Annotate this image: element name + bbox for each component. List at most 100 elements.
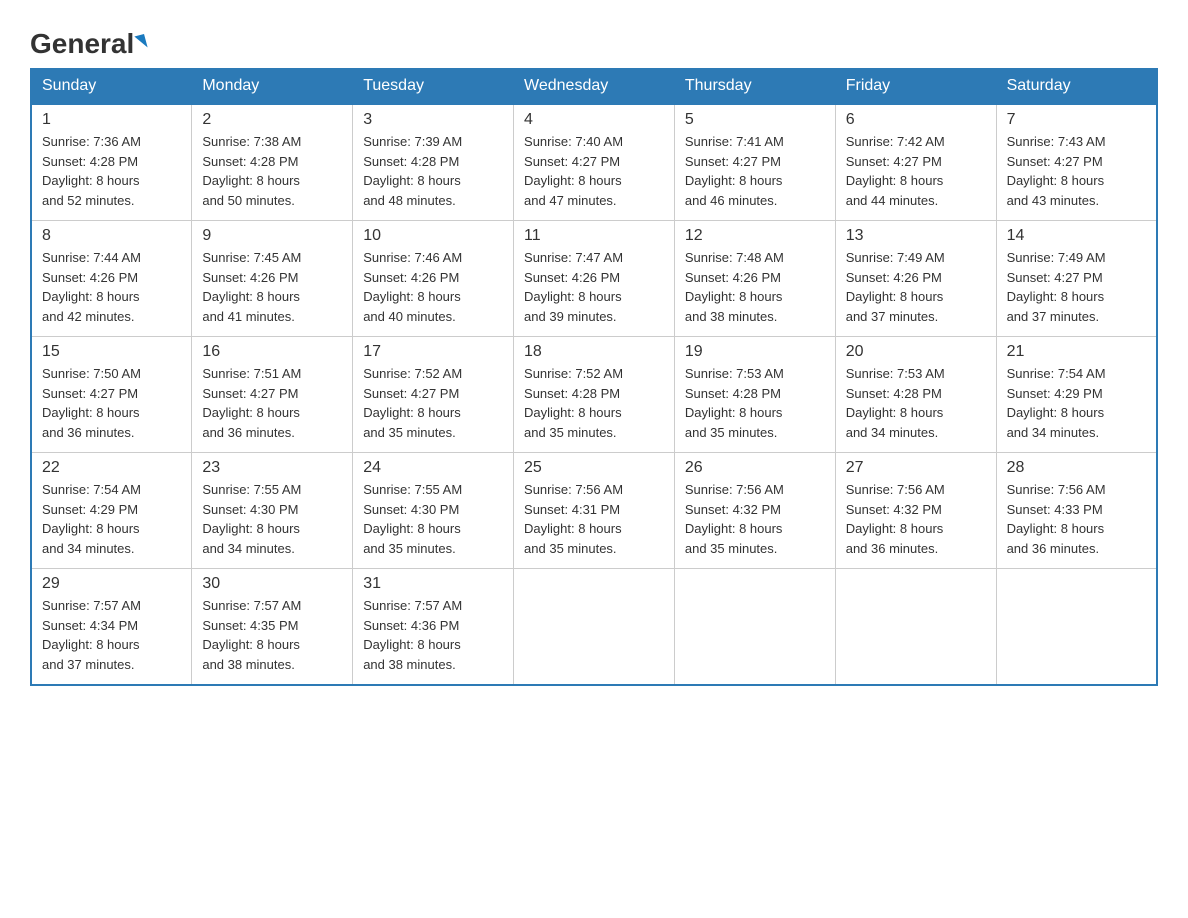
calendar-day-cell: 5 Sunrise: 7:41 AMSunset: 4:27 PMDayligh…	[674, 104, 835, 221]
day-info: Sunrise: 7:56 AMSunset: 4:32 PMDaylight:…	[846, 482, 945, 556]
day-info: Sunrise: 7:42 AMSunset: 4:27 PMDaylight:…	[846, 134, 945, 208]
day-of-week-header: Sunday	[31, 69, 192, 105]
day-number: 2	[202, 111, 342, 129]
day-number: 3	[363, 111, 503, 129]
calendar-day-cell: 6 Sunrise: 7:42 AMSunset: 4:27 PMDayligh…	[835, 104, 996, 221]
day-number: 30	[202, 575, 342, 593]
day-info: Sunrise: 7:43 AMSunset: 4:27 PMDaylight:…	[1007, 134, 1106, 208]
day-number: 25	[524, 459, 664, 477]
day-info: Sunrise: 7:40 AMSunset: 4:27 PMDaylight:…	[524, 134, 623, 208]
calendar-day-cell: 2 Sunrise: 7:38 AMSunset: 4:28 PMDayligh…	[192, 104, 353, 221]
calendar-week-row: 15 Sunrise: 7:50 AMSunset: 4:27 PMDaylig…	[31, 337, 1157, 453]
day-number: 24	[363, 459, 503, 477]
day-of-week-header: Saturday	[996, 69, 1157, 105]
day-number: 19	[685, 343, 825, 361]
day-number: 18	[524, 343, 664, 361]
calendar-day-cell: 16 Sunrise: 7:51 AMSunset: 4:27 PMDaylig…	[192, 337, 353, 453]
day-info: Sunrise: 7:57 AMSunset: 4:34 PMDaylight:…	[42, 598, 141, 672]
day-number: 11	[524, 227, 664, 245]
day-number: 16	[202, 343, 342, 361]
day-number: 17	[363, 343, 503, 361]
calendar-day-cell: 3 Sunrise: 7:39 AMSunset: 4:28 PMDayligh…	[353, 104, 514, 221]
calendar-week-row: 8 Sunrise: 7:44 AMSunset: 4:26 PMDayligh…	[31, 221, 1157, 337]
calendar-day-cell: 9 Sunrise: 7:45 AMSunset: 4:26 PMDayligh…	[192, 221, 353, 337]
day-info: Sunrise: 7:53 AMSunset: 4:28 PMDaylight:…	[846, 366, 945, 440]
calendar-day-cell: 11 Sunrise: 7:47 AMSunset: 4:26 PMDaylig…	[514, 221, 675, 337]
day-info: Sunrise: 7:56 AMSunset: 4:32 PMDaylight:…	[685, 482, 784, 556]
day-info: Sunrise: 7:57 AMSunset: 4:35 PMDaylight:…	[202, 598, 301, 672]
day-number: 9	[202, 227, 342, 245]
day-number: 23	[202, 459, 342, 477]
day-info: Sunrise: 7:38 AMSunset: 4:28 PMDaylight:…	[202, 134, 301, 208]
calendar-day-cell: 19 Sunrise: 7:53 AMSunset: 4:28 PMDaylig…	[674, 337, 835, 453]
day-number: 20	[846, 343, 986, 361]
day-number: 21	[1007, 343, 1146, 361]
day-number: 10	[363, 227, 503, 245]
calendar-week-row: 29 Sunrise: 7:57 AMSunset: 4:34 PMDaylig…	[31, 569, 1157, 686]
calendar-day-cell	[674, 569, 835, 686]
day-info: Sunrise: 7:49 AMSunset: 4:27 PMDaylight:…	[1007, 250, 1106, 324]
day-number: 1	[42, 111, 181, 129]
day-number: 13	[846, 227, 986, 245]
calendar-day-cell: 25 Sunrise: 7:56 AMSunset: 4:31 PMDaylig…	[514, 453, 675, 569]
day-number: 26	[685, 459, 825, 477]
day-number: 5	[685, 111, 825, 129]
day-info: Sunrise: 7:39 AMSunset: 4:28 PMDaylight:…	[363, 134, 462, 208]
logo-general-text: General	[30, 30, 146, 58]
day-number: 8	[42, 227, 181, 245]
calendar-day-cell: 21 Sunrise: 7:54 AMSunset: 4:29 PMDaylig…	[996, 337, 1157, 453]
calendar-day-cell: 15 Sunrise: 7:50 AMSunset: 4:27 PMDaylig…	[31, 337, 192, 453]
day-info: Sunrise: 7:51 AMSunset: 4:27 PMDaylight:…	[202, 366, 301, 440]
day-info: Sunrise: 7:52 AMSunset: 4:27 PMDaylight:…	[363, 366, 462, 440]
calendar-day-cell: 13 Sunrise: 7:49 AMSunset: 4:26 PMDaylig…	[835, 221, 996, 337]
day-info: Sunrise: 7:44 AMSunset: 4:26 PMDaylight:…	[42, 250, 141, 324]
day-of-week-header: Thursday	[674, 69, 835, 105]
day-number: 28	[1007, 459, 1146, 477]
day-info: Sunrise: 7:54 AMSunset: 4:29 PMDaylight:…	[1007, 366, 1106, 440]
calendar-day-cell: 28 Sunrise: 7:56 AMSunset: 4:33 PMDaylig…	[996, 453, 1157, 569]
day-number: 7	[1007, 111, 1146, 129]
calendar-day-cell: 27 Sunrise: 7:56 AMSunset: 4:32 PMDaylig…	[835, 453, 996, 569]
calendar-day-cell: 31 Sunrise: 7:57 AMSunset: 4:36 PMDaylig…	[353, 569, 514, 686]
calendar-day-cell: 17 Sunrise: 7:52 AMSunset: 4:27 PMDaylig…	[353, 337, 514, 453]
calendar-week-row: 22 Sunrise: 7:54 AMSunset: 4:29 PMDaylig…	[31, 453, 1157, 569]
day-of-week-header: Wednesday	[514, 69, 675, 105]
day-number: 22	[42, 459, 181, 477]
day-info: Sunrise: 7:48 AMSunset: 4:26 PMDaylight:…	[685, 250, 784, 324]
day-of-week-header: Friday	[835, 69, 996, 105]
calendar-table: SundayMondayTuesdayWednesdayThursdayFrid…	[30, 68, 1158, 686]
calendar-day-cell	[514, 569, 675, 686]
calendar-day-cell: 29 Sunrise: 7:57 AMSunset: 4:34 PMDaylig…	[31, 569, 192, 686]
calendar-day-cell: 24 Sunrise: 7:55 AMSunset: 4:30 PMDaylig…	[353, 453, 514, 569]
day-info: Sunrise: 7:56 AMSunset: 4:31 PMDaylight:…	[524, 482, 623, 556]
logo: General	[30, 30, 146, 58]
day-number: 14	[1007, 227, 1146, 245]
day-info: Sunrise: 7:45 AMSunset: 4:26 PMDaylight:…	[202, 250, 301, 324]
calendar-day-cell: 20 Sunrise: 7:53 AMSunset: 4:28 PMDaylig…	[835, 337, 996, 453]
day-info: Sunrise: 7:55 AMSunset: 4:30 PMDaylight:…	[202, 482, 301, 556]
calendar-week-row: 1 Sunrise: 7:36 AMSunset: 4:28 PMDayligh…	[31, 104, 1157, 221]
day-info: Sunrise: 7:41 AMSunset: 4:27 PMDaylight:…	[685, 134, 784, 208]
calendar-day-cell: 26 Sunrise: 7:56 AMSunset: 4:32 PMDaylig…	[674, 453, 835, 569]
calendar-day-cell: 30 Sunrise: 7:57 AMSunset: 4:35 PMDaylig…	[192, 569, 353, 686]
day-number: 31	[363, 575, 503, 593]
day-info: Sunrise: 7:53 AMSunset: 4:28 PMDaylight:…	[685, 366, 784, 440]
day-number: 27	[846, 459, 986, 477]
day-info: Sunrise: 7:49 AMSunset: 4:26 PMDaylight:…	[846, 250, 945, 324]
day-info: Sunrise: 7:57 AMSunset: 4:36 PMDaylight:…	[363, 598, 462, 672]
calendar-day-cell: 18 Sunrise: 7:52 AMSunset: 4:28 PMDaylig…	[514, 337, 675, 453]
day-number: 4	[524, 111, 664, 129]
calendar-day-cell: 7 Sunrise: 7:43 AMSunset: 4:27 PMDayligh…	[996, 104, 1157, 221]
calendar-day-cell	[835, 569, 996, 686]
logo-arrow-icon	[135, 34, 148, 50]
calendar-day-cell: 23 Sunrise: 7:55 AMSunset: 4:30 PMDaylig…	[192, 453, 353, 569]
calendar-day-cell: 14 Sunrise: 7:49 AMSunset: 4:27 PMDaylig…	[996, 221, 1157, 337]
day-info: Sunrise: 7:47 AMSunset: 4:26 PMDaylight:…	[524, 250, 623, 324]
day-info: Sunrise: 7:46 AMSunset: 4:26 PMDaylight:…	[363, 250, 462, 324]
day-info: Sunrise: 7:54 AMSunset: 4:29 PMDaylight:…	[42, 482, 141, 556]
day-number: 29	[42, 575, 181, 593]
day-info: Sunrise: 7:52 AMSunset: 4:28 PMDaylight:…	[524, 366, 623, 440]
day-info: Sunrise: 7:55 AMSunset: 4:30 PMDaylight:…	[363, 482, 462, 556]
day-number: 12	[685, 227, 825, 245]
calendar-day-cell	[996, 569, 1157, 686]
